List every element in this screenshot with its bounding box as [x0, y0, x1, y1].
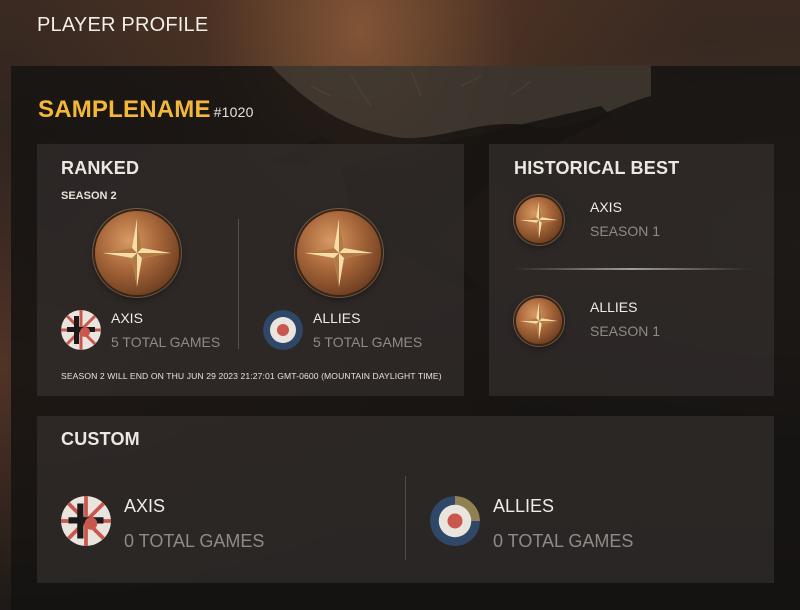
allies-faction-icon [263, 310, 303, 350]
player-name: SAMPLENAME #1020 [38, 96, 254, 124]
custom-allies-name: ALLIES [493, 496, 555, 516]
player-name-text: SAMPLENAME [38, 96, 211, 123]
custom-allies-faction-icon [430, 496, 480, 546]
custom-card: CUSTOM AXIS 0 TOTAL GAMES ALLIES 0 TOTAL… [37, 416, 774, 583]
custom-axis-name: AXIS [124, 496, 166, 516]
ranked-divider [238, 219, 239, 349]
ranked-allies-medal-icon [297, 211, 381, 295]
player-tag: #1020 [213, 104, 254, 120]
historical-axis-name: AXIS [590, 199, 622, 215]
ranked-allies-name: ALLIES [313, 310, 361, 326]
ranked-axis-medal-icon [95, 211, 179, 295]
historical-allies-season: SEASON 1 [590, 323, 661, 339]
custom-axis-games: 0 TOTAL GAMES [124, 531, 265, 551]
historical-divider [514, 268, 749, 270]
profile-panel: SAMPLENAME #1020 RANKED SEASON 2 AXIS 5 … [11, 66, 800, 610]
historical-axis-medal-icon [516, 197, 562, 243]
ranked-axis-name: AXIS [111, 310, 143, 326]
ranked-axis-games: 5 TOTAL GAMES [111, 334, 221, 350]
season-end-note: SEASON 2 WILL END ON THU JUN 29 2023 21:… [61, 371, 442, 381]
custom-title: CUSTOM [61, 429, 140, 449]
ranked-title: RANKED [61, 158, 140, 178]
historical-allies-name: ALLIES [590, 299, 638, 315]
custom-allies-games: 0 TOTAL GAMES [493, 531, 634, 551]
historical-best-card: HISTORICAL BEST AXIS SEASON 1 ALLIES SEA… [489, 144, 774, 396]
custom-divider [405, 476, 406, 560]
axis-faction-icon [61, 310, 101, 350]
historical-allies-medal-icon [516, 298, 562, 344]
page-title: PLAYER PROFILE [37, 14, 209, 36]
historical-axis-season: SEASON 1 [590, 223, 661, 239]
historical-best-title: HISTORICAL BEST [514, 158, 680, 178]
custom-axis-faction-icon [61, 496, 111, 546]
ranked-season-label: SEASON 2 [61, 190, 117, 202]
ranked-card: RANKED SEASON 2 AXIS 5 TOTAL GAMES ALLIE… [37, 144, 464, 396]
ranked-allies-games: 5 TOTAL GAMES [313, 334, 423, 350]
